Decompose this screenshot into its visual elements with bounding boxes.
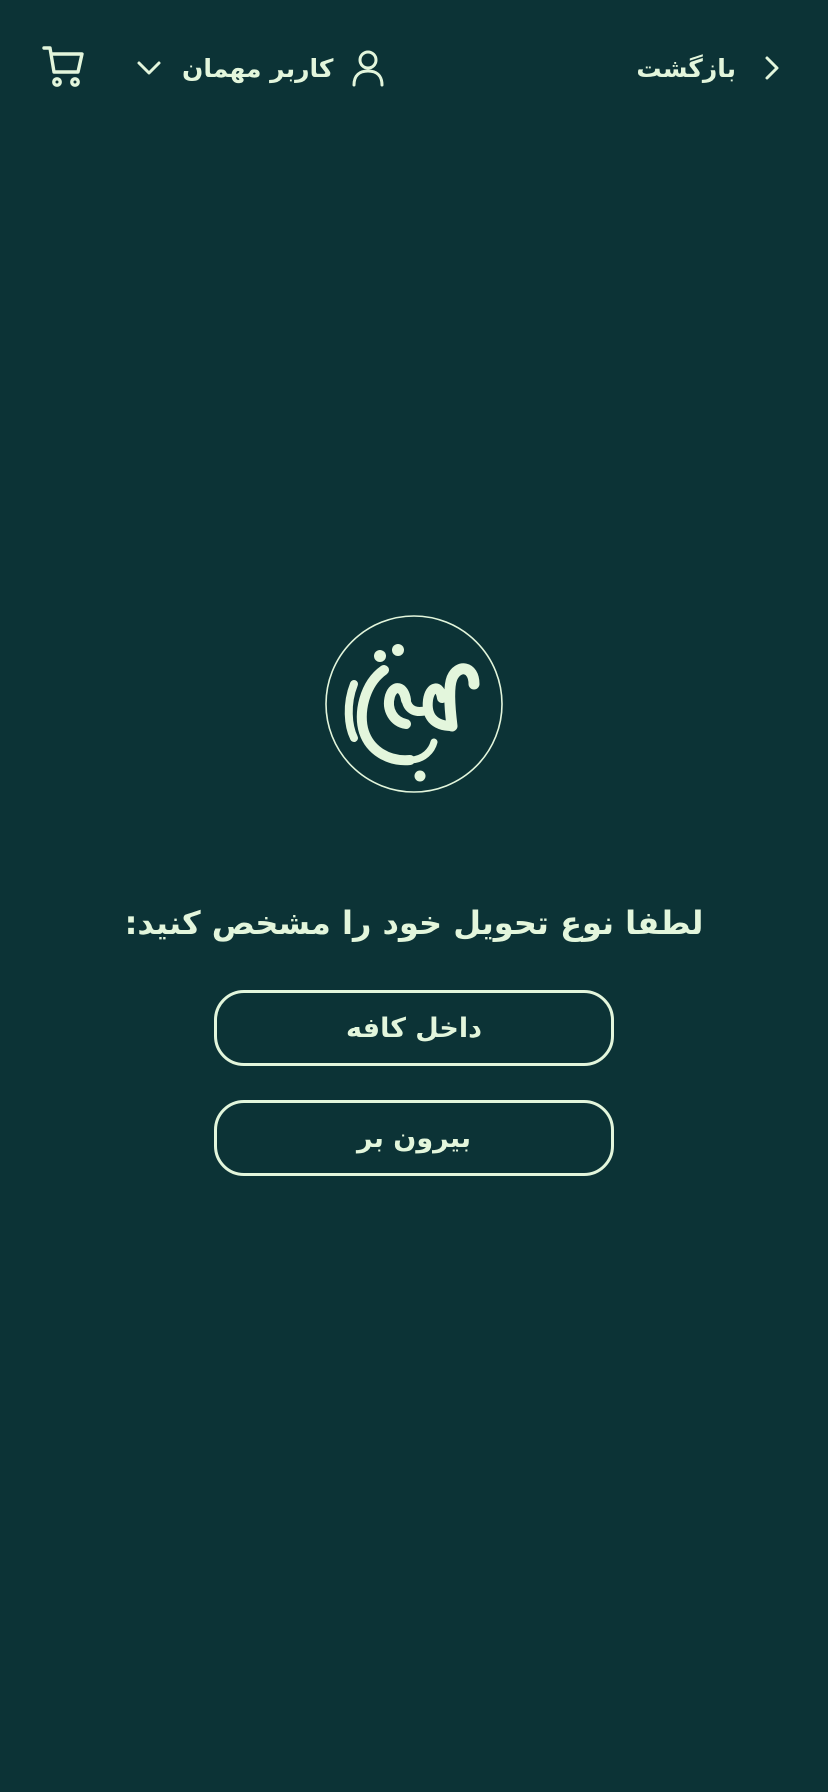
user-name-label: کاربر مهمان xyxy=(182,53,334,83)
user-icon xyxy=(352,50,384,87)
back-label: بازگشت xyxy=(636,53,736,83)
delivery-type-page: کاربر مهمان بازگشت لطفا نوع تحویل خود را… xyxy=(0,0,828,1792)
back-button[interactable]: بازگشت xyxy=(636,44,784,92)
dine-in-button[interactable]: داخل کافه xyxy=(214,990,614,1066)
takeaway-button[interactable]: بیرون بر xyxy=(214,1100,614,1176)
top-bar: کاربر مهمان بازگشت xyxy=(0,0,828,136)
delivery-type-prompt: لطفا نوع تحویل خود را مشخص کنید: xyxy=(124,904,704,942)
cart-icon xyxy=(42,46,84,87)
cart-button[interactable] xyxy=(40,42,88,90)
user-menu[interactable]: کاربر مهمان xyxy=(134,44,385,92)
chevron-right-icon xyxy=(765,56,779,80)
brand-logo xyxy=(325,615,503,793)
chevron-down-icon xyxy=(137,61,161,75)
